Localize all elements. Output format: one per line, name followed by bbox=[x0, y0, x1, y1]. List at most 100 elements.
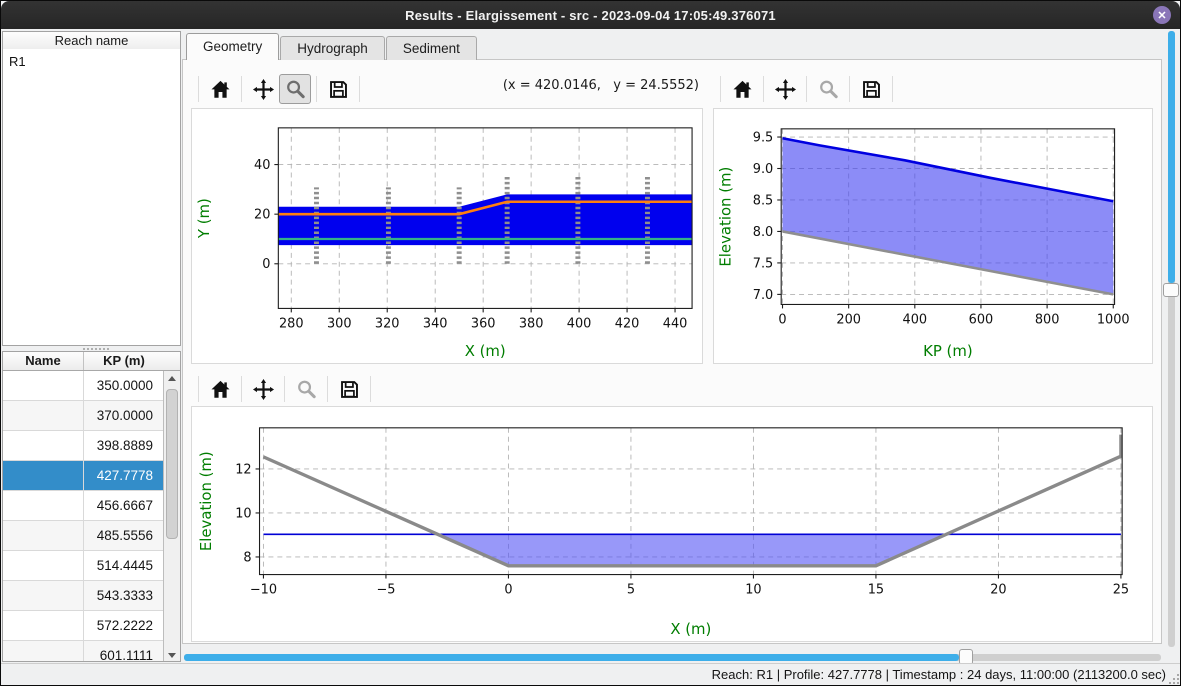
app-window: Results - Elargissement - src - 2023-09-… bbox=[0, 0, 1181, 686]
cell-name[interactable] bbox=[3, 611, 84, 640]
zoom-button[interactable] bbox=[290, 374, 322, 404]
svg-text:7.5: 7.5 bbox=[753, 256, 773, 271]
scrollbar-thumb[interactable] bbox=[166, 389, 178, 539]
svg-text:20: 20 bbox=[990, 582, 1006, 597]
svg-text:40: 40 bbox=[254, 158, 270, 173]
cell-kp[interactable]: 514.4445 bbox=[84, 551, 164, 580]
table-row[interactable]: 456.6667 bbox=[3, 491, 164, 521]
profiles-table-body: 350.0000370.0000398.8889427.7778456.6667… bbox=[3, 371, 164, 662]
zoom-button[interactable] bbox=[279, 74, 311, 104]
vertical-slider[interactable] bbox=[1163, 31, 1179, 647]
reach-name-header: Reach name bbox=[2, 31, 181, 50]
plan-toolbar bbox=[193, 72, 365, 106]
svg-text:Elevation (m): Elevation (m) bbox=[197, 451, 215, 551]
svg-text:600: 600 bbox=[969, 312, 994, 327]
svg-text:−5: −5 bbox=[376, 582, 395, 597]
table-row[interactable]: 398.8889 bbox=[3, 431, 164, 461]
home-button[interactable] bbox=[204, 374, 236, 404]
cell-kp[interactable]: 543.3333 bbox=[84, 581, 164, 610]
home-button[interactable] bbox=[204, 74, 236, 104]
cross-section-plot[interactable]: −10−5051015202581012X (m)Elevation (m) bbox=[191, 406, 1153, 642]
profiles-table[interactable]: Name KP (m) 350.0000370.0000398.8889427.… bbox=[2, 351, 181, 662]
pan-button[interactable] bbox=[769, 74, 801, 104]
table-row[interactable]: 514.4445 bbox=[3, 551, 164, 581]
close-button[interactable]: ✕ bbox=[1153, 6, 1171, 24]
main-panel: Geometry Hydrograph Sediment bbox=[181, 29, 1163, 663]
tab-geometry[interactable]: Geometry bbox=[186, 33, 279, 60]
svg-text:440: 440 bbox=[663, 316, 688, 331]
svg-text:Y (m): Y (m) bbox=[195, 198, 213, 239]
scroll-down-button[interactable] bbox=[164, 648, 180, 662]
svg-text:5: 5 bbox=[627, 582, 635, 597]
left-panel: Reach name R1 Name KP (m) 350.0000370.00… bbox=[2, 29, 181, 662]
save-button[interactable] bbox=[855, 74, 887, 104]
reach-list-item[interactable]: R1 bbox=[3, 49, 180, 74]
cell-kp[interactable]: 350.0000 bbox=[84, 371, 164, 400]
move-icon bbox=[252, 378, 275, 401]
cell-kp[interactable]: 485.5556 bbox=[84, 521, 164, 550]
table-row[interactable]: 572.2222 bbox=[3, 611, 164, 641]
cell-name[interactable] bbox=[3, 521, 84, 550]
resize-grip[interactable] bbox=[1177, 682, 1179, 684]
svg-text:280: 280 bbox=[279, 316, 304, 331]
floppy-icon bbox=[338, 378, 361, 401]
cursor-coordinates: (x = 420.0146, y = 24.5552) bbox=[483, 78, 699, 93]
table-row[interactable]: 350.0000 bbox=[3, 371, 164, 401]
cell-kp[interactable]: 572.2222 bbox=[84, 611, 164, 640]
zoom-button[interactable] bbox=[812, 74, 844, 104]
cell-name[interactable] bbox=[3, 401, 84, 430]
cell-name[interactable] bbox=[3, 371, 84, 400]
cell-name[interactable] bbox=[3, 551, 84, 580]
triangle-up-icon bbox=[168, 376, 176, 381]
plan-view-plot[interactable]: 28030032034036038040042044002040X (m)Y (… bbox=[191, 108, 703, 364]
cell-name[interactable] bbox=[3, 641, 84, 662]
tabbar: Geometry Hydrograph Sediment bbox=[186, 32, 478, 60]
table-row[interactable]: 370.0000 bbox=[3, 401, 164, 431]
pan-button[interactable] bbox=[247, 374, 279, 404]
svg-text:1000: 1000 bbox=[1097, 312, 1130, 327]
svg-text:420: 420 bbox=[615, 316, 640, 331]
column-header-kp[interactable]: KP (m) bbox=[84, 352, 164, 370]
table-row[interactable]: 543.3333 bbox=[3, 581, 164, 611]
save-button[interactable] bbox=[322, 74, 354, 104]
profile-toolbar bbox=[715, 72, 898, 106]
cell-kp[interactable]: 427.7778 bbox=[84, 461, 164, 490]
svg-text:7.0: 7.0 bbox=[753, 288, 773, 303]
cell-kp[interactable]: 370.0000 bbox=[84, 401, 164, 430]
save-button[interactable] bbox=[333, 374, 365, 404]
scroll-up-button[interactable] bbox=[164, 371, 180, 385]
home-icon bbox=[209, 378, 232, 401]
table-row[interactable]: 601.1111 bbox=[3, 641, 164, 662]
svg-text:320: 320 bbox=[375, 316, 400, 331]
column-header-name[interactable]: Name bbox=[3, 352, 84, 370]
move-icon bbox=[252, 78, 275, 101]
floppy-icon bbox=[860, 78, 883, 101]
home-button[interactable] bbox=[726, 74, 758, 104]
cell-kp[interactable]: 398.8889 bbox=[84, 431, 164, 460]
window-title: Results - Elargissement - src - 2023-09-… bbox=[405, 8, 776, 23]
svg-text:10: 10 bbox=[235, 506, 251, 521]
table-scrollbar[interactable] bbox=[163, 371, 180, 662]
svg-text:15: 15 bbox=[868, 582, 884, 597]
triangle-down-icon bbox=[168, 653, 176, 658]
cell-name[interactable] bbox=[3, 491, 84, 520]
pan-button[interactable] bbox=[247, 74, 279, 104]
svg-text:10: 10 bbox=[745, 582, 761, 597]
svg-text:X (m): X (m) bbox=[670, 620, 711, 638]
window-body: Reach name R1 Name KP (m) 350.0000370.00… bbox=[1, 29, 1181, 663]
titlebar[interactable]: Results - Elargissement - src - 2023-09-… bbox=[1, 1, 1180, 29]
cell-kp[interactable]: 601.1111 bbox=[84, 641, 164, 662]
cell-name[interactable] bbox=[3, 461, 84, 490]
slider-filled-track bbox=[184, 654, 959, 661]
tab-hydrograph[interactable]: Hydrograph bbox=[280, 36, 385, 60]
svg-text:360: 360 bbox=[471, 316, 496, 331]
reach-list[interactable]: R1 bbox=[2, 49, 181, 346]
cell-name[interactable] bbox=[3, 581, 84, 610]
cell-name[interactable] bbox=[3, 431, 84, 460]
table-row[interactable]: 485.5556 bbox=[3, 521, 164, 551]
table-row[interactable]: 427.7778 bbox=[3, 461, 164, 491]
tab-sediment[interactable]: Sediment bbox=[386, 36, 477, 60]
long-profile-plot[interactable]: 020040060080010007.07.58.08.59.09.5KP (m… bbox=[713, 108, 1153, 364]
vertical-slider-handle[interactable] bbox=[1163, 283, 1179, 297]
cell-kp[interactable]: 456.6667 bbox=[84, 491, 164, 520]
